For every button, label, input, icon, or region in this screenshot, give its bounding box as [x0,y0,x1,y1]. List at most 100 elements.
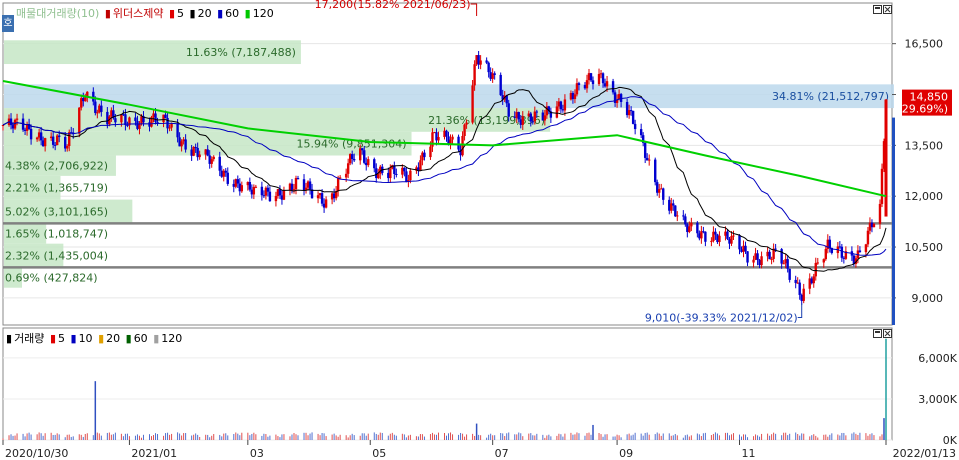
candle-body [533,111,537,122]
x-tick-label: 2020/10/30 [5,447,68,460]
price-window-controls [873,5,892,14]
volume-profile-label: 11.63% (7,187,488) [186,46,296,59]
candle-body [212,156,215,160]
legend-ma60[interactable]: 60 [225,7,239,20]
candle-body [252,186,256,195]
candle-body [718,235,721,243]
close-icon[interactable] [883,329,892,338]
candle-body [184,139,187,150]
candle-body [51,136,55,145]
candle-body [395,173,398,175]
close-icon[interactable] [883,5,892,14]
candle-body [180,141,183,147]
candle-body [350,154,354,160]
legend-vol-ma60[interactable]: 60 [134,332,148,345]
candle-body [29,128,33,140]
candle-body [268,191,272,202]
candle-body [194,147,197,149]
candle-body [176,123,179,138]
candle-body [445,130,448,137]
candle-body [563,99,567,111]
candle-body [114,118,117,123]
home-button[interactable]: 호 [2,15,14,32]
candle-body [864,244,868,253]
candle-body [601,73,605,84]
legend-vol-ma20[interactable]: 20 [106,332,120,345]
x-tick-label: 09 [619,447,633,460]
candle-body [39,132,43,141]
candle-body [597,73,601,85]
candle-body [676,215,679,217]
candle-body [639,129,643,136]
candle-body [423,152,426,158]
candle-body [437,137,440,141]
candle-body [605,81,609,87]
price-tick-label: 10,500 [905,241,944,254]
volume-legend: ▮ 거래량 ▮ 5 ▮ 10 ▮ 20 ▮ 60 ▮ 120 [6,332,183,345]
candle-body [756,253,759,261]
legend-vol-ma10[interactable]: 10 [79,332,93,345]
candle-body [782,263,785,265]
candle-body [872,223,876,228]
low-annotation-arrow [797,303,803,319]
legend-ma20[interactable]: 20 [198,7,212,20]
candle-body [373,159,376,169]
candle-body [591,80,595,85]
candle-body [240,185,244,192]
volume-bars [2,338,887,440]
candle-body [100,105,103,112]
candle-body [377,173,380,179]
candle-body [690,222,693,227]
stock-chart: 11.63% (7,187,488)34.81% (21,512,797)21.… [1,0,958,460]
candle-body [672,203,675,206]
legend-volume[interactable]: 거래량 [14,332,44,345]
candle-body [134,117,137,122]
maximize-icon[interactable] [873,329,882,338]
candle-body [473,64,476,86]
low-annotation: 9,010(-39.33% 2021/12/02) [645,312,798,325]
candle-body [266,187,270,192]
candle-body [248,182,252,190]
volume-profile-label: 5.02% (3,101,165) [5,205,108,218]
candle-body [168,127,171,129]
candle-body [631,110,635,124]
legend-vol-ma120[interactable]: 120 [161,332,182,345]
candle-body [361,148,364,151]
candle-body [633,123,637,130]
candle-body [543,115,547,121]
legend-ma5[interactable]: 5 [177,7,184,20]
candle-body [164,114,167,118]
candle-body [788,268,791,280]
candle-body [752,259,755,263]
candle-body [84,97,87,102]
candle-body [457,136,460,150]
candle-body [884,99,888,217]
candle-body [726,231,729,239]
legend-stock[interactable]: 위더스제약 [113,7,164,20]
candle-body [487,62,490,73]
candle-body [585,80,589,89]
candle-body [308,181,312,190]
candle-body [170,123,173,128]
candle-body [218,156,221,171]
candle-body [324,199,328,208]
candle-body [124,114,127,126]
candle-body [700,231,703,239]
legend-ma120[interactable]: 120 [253,7,274,20]
volume-profile-label: 4.38% (2,706,922) [5,160,108,173]
candle-body [531,121,534,123]
candle-body [738,235,741,250]
candle-body [94,101,97,113]
volume-profile-label: 2.32% (1,435,004) [5,250,108,263]
legend-indicator[interactable]: 매물대거래량(10) [16,7,99,20]
legend-vol-ma5[interactable]: 5 [58,332,65,345]
candle-body [278,189,282,196]
x-tick-label: 11 [742,447,756,460]
candle-body [647,159,651,161]
candle-body [768,251,771,260]
candle-body [682,215,685,217]
candle-body [828,239,832,249]
candle-body [589,73,593,81]
candle-body [409,170,412,181]
maximize-icon[interactable] [873,5,882,14]
